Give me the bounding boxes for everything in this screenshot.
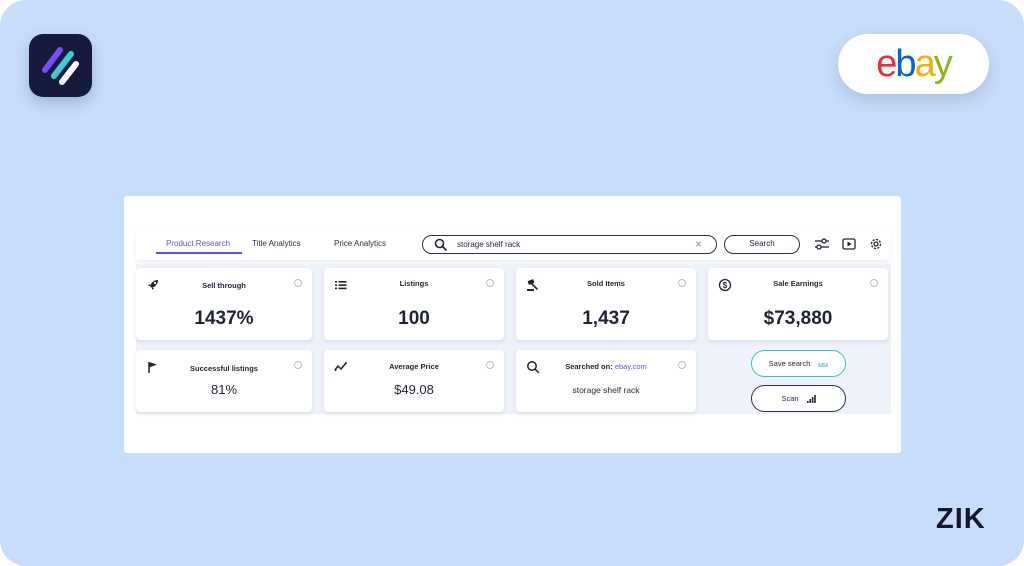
slash-stripes-icon: [42, 47, 79, 85]
search-button[interactable]: Search: [724, 235, 800, 254]
sale-earnings-title: Sale Earnings: [773, 279, 823, 288]
active-tab-underline: [156, 252, 242, 254]
video-play-icon[interactable]: [842, 237, 856, 251]
clear-icon[interactable]: ×: [695, 237, 702, 251]
tray-icon: [818, 363, 828, 367]
ebay-letter-e: e: [876, 42, 897, 85]
save-search-button[interactable]: Save search: [751, 350, 846, 377]
searched-on-site-link[interactable]: ebay.com: [615, 362, 647, 371]
successful-listings-value: 81%: [210, 382, 238, 397]
save-search-label: Save search: [768, 359, 811, 368]
ebay-logo: e b a y: [838, 34, 989, 94]
toolbar: Product Research Title Analytics Price A…: [136, 230, 889, 260]
stats-area: Sell through 1437% Listings 100 Sold Ite…: [136, 264, 891, 414]
sale-earnings-card: $ Sale Earnings $73,880: [708, 268, 888, 340]
help-icon[interactable]: [294, 279, 302, 287]
signal-bars-icon: [806, 394, 816, 403]
sale-earnings-value: $73,880: [763, 308, 833, 329]
listings-value: 100: [398, 308, 430, 329]
searched-on-query: storage shelf rack: [572, 385, 640, 395]
sold-items-card: Sold Items 1,437: [516, 268, 696, 340]
ebay-letter-a: a: [914, 42, 936, 85]
sold-items-title: Sold Items: [587, 279, 625, 288]
help-icon[interactable]: [678, 279, 686, 287]
gear-icon[interactable]: [869, 237, 883, 251]
help-icon[interactable]: [294, 361, 302, 369]
zik-app-logo: [29, 34, 92, 97]
search-query-text: storage shelf rack: [457, 240, 521, 249]
average-price-card: Average Price $49.08: [324, 350, 504, 412]
help-icon[interactable]: [486, 361, 494, 369]
research-panel: Product Research Title Analytics Price A…: [124, 196, 901, 453]
ebay-letter-b: b: [895, 42, 916, 85]
average-price-title: Average Price: [389, 362, 439, 371]
searched-on-label: Searched on: ebay.com: [516, 362, 696, 371]
successful-listings-card: Successful listings 81%: [136, 350, 312, 412]
ebay-letter-y: y: [933, 42, 953, 85]
zik-wordmark: ZIK: [936, 503, 986, 535]
scan-label: Scan: [781, 394, 799, 403]
successful-listings-title: Successful listings: [190, 364, 258, 373]
scan-button[interactable]: Scan: [751, 385, 846, 412]
search-icon: [434, 238, 447, 251]
filter-sliders-icon[interactable]: [814, 237, 830, 251]
tab-title-analytics[interactable]: Title Analytics: [252, 239, 301, 248]
sell-through-card: Sell through 1437%: [136, 268, 312, 340]
searched-on-card: Searched on: ebay.com storage shelf rack: [516, 350, 696, 412]
average-price-value: $49.08: [394, 382, 434, 397]
tab-product-research[interactable]: Product Research: [166, 239, 230, 248]
searched-on-title: Searched on:: [565, 362, 613, 371]
sold-items-value: 1,437: [582, 308, 630, 329]
listings-card: Listings 100: [324, 268, 504, 340]
help-icon[interactable]: [870, 279, 878, 287]
sell-through-value: 1437%: [194, 308, 254, 329]
tab-price-analytics[interactable]: Price Analytics: [334, 239, 386, 248]
sell-through-title: Sell through: [202, 281, 246, 290]
search-input[interactable]: storage shelf rack ×: [422, 235, 717, 254]
help-icon[interactable]: [678, 361, 686, 369]
listings-title: Listings: [399, 279, 429, 288]
help-icon[interactable]: [486, 279, 494, 287]
